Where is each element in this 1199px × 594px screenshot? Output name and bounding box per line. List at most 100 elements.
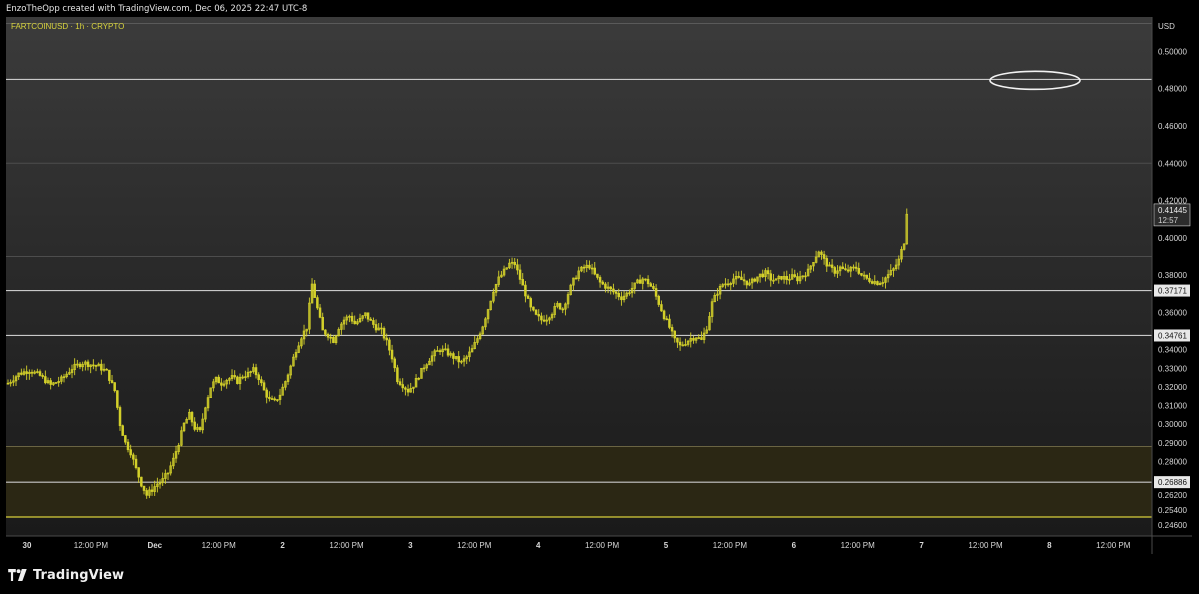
candle-body xyxy=(692,338,695,341)
candle-body xyxy=(737,276,741,278)
candle-body xyxy=(217,376,220,384)
time-tick-label: 2 xyxy=(280,541,285,550)
chart-caption: EnzoTheOpp created with TradingView.com,… xyxy=(6,4,308,14)
candle-body xyxy=(518,269,522,280)
candle-body xyxy=(700,337,703,340)
candle-body xyxy=(20,372,23,375)
candle-body xyxy=(324,329,327,335)
candle-body xyxy=(769,273,773,281)
time-tick-label: 12:00 PM xyxy=(841,541,876,550)
time-tick-label: 3 xyxy=(408,541,413,550)
candle-body xyxy=(313,283,316,298)
time-tick-label: 12:00 PM xyxy=(202,541,237,550)
candle-body xyxy=(49,380,52,385)
currency-label: USD xyxy=(1158,22,1175,31)
time-tick-label: 12:00 PM xyxy=(457,541,492,550)
candle-body xyxy=(137,467,140,478)
level-price-label: 0.34761 xyxy=(1158,331,1187,340)
candle-body xyxy=(670,327,674,332)
candle-body xyxy=(654,288,658,297)
candle-body xyxy=(558,303,562,310)
candle-body xyxy=(521,279,524,286)
tradingview-logo-icon xyxy=(8,569,27,581)
candle-body xyxy=(220,382,223,386)
candle-body xyxy=(841,266,845,269)
candle-body xyxy=(78,363,82,368)
candle-body xyxy=(382,328,386,339)
time-tick-label: 12:00 PM xyxy=(1096,541,1131,550)
candle-body xyxy=(870,281,874,284)
candle-body xyxy=(593,267,596,275)
candle-body xyxy=(318,307,322,318)
price-chart[interactable]: FARTCOINUSD · 1h · CRYPTO 0.50000 0.48000… xyxy=(6,17,1192,554)
candle-body xyxy=(820,251,823,255)
level-price-label: 0.37171 xyxy=(1158,287,1187,296)
candle-body xyxy=(129,449,132,456)
candle-body xyxy=(660,304,663,312)
candle-body xyxy=(529,298,532,308)
candle-body xyxy=(542,319,546,322)
candle-body xyxy=(676,337,679,343)
candle-body xyxy=(44,376,47,384)
candle-body xyxy=(846,269,850,272)
time-tick-label: 4 xyxy=(536,541,541,550)
candle-body xyxy=(132,454,135,460)
candle-body xyxy=(268,396,271,399)
price-tick-label: 0.26200 xyxy=(1158,491,1187,500)
price-tick-label: 0.29000 xyxy=(1158,439,1187,448)
price-tick-label: 0.28000 xyxy=(1158,457,1187,466)
candle-body xyxy=(646,278,650,285)
candle-body xyxy=(612,288,615,293)
candle-body xyxy=(190,411,194,423)
candle-body xyxy=(742,279,746,282)
candle-body xyxy=(526,295,530,299)
candle-body xyxy=(134,458,138,469)
candle-body xyxy=(38,371,42,376)
candle-body xyxy=(796,276,799,282)
price-tick-label: 0.34000 xyxy=(1158,346,1187,355)
candle-body xyxy=(113,382,116,392)
candle-body xyxy=(604,283,607,289)
price-tick-label: 0.32000 xyxy=(1158,383,1187,392)
candle-body xyxy=(369,318,372,321)
price-axis[interactable]: 0.500000.480000.460000.440000.420000.400… xyxy=(1153,22,1191,530)
candle-body xyxy=(761,273,765,278)
candle-body xyxy=(193,421,196,430)
candle-body xyxy=(540,315,543,321)
candle-body xyxy=(780,276,783,280)
chart-panel[interactable]: FARTCOINUSD · 1h · CRYPTO 0.50000 0.48000… xyxy=(6,17,1192,554)
candle-body xyxy=(254,367,258,376)
candle-body xyxy=(644,278,647,281)
candle-body xyxy=(100,363,103,371)
candle-body xyxy=(353,320,356,325)
candle-body xyxy=(332,336,335,343)
candle-body xyxy=(860,273,863,276)
candle-body xyxy=(766,270,770,275)
candle-body xyxy=(417,377,420,380)
candle-body xyxy=(105,368,108,371)
candle-body xyxy=(516,264,519,271)
price-tick-label: 0.46000 xyxy=(1158,122,1187,131)
candle-body xyxy=(401,384,404,389)
candle-body xyxy=(740,276,743,281)
candle-body xyxy=(6,382,10,385)
candle-body xyxy=(854,266,858,269)
candle-body xyxy=(108,369,111,381)
candle-body xyxy=(868,277,871,282)
candle-body xyxy=(793,274,797,277)
candle-body xyxy=(396,367,399,383)
candle-body xyxy=(524,284,527,297)
price-tick-label: 0.36000 xyxy=(1158,308,1187,317)
candle-body xyxy=(398,381,402,385)
price-tick-label: 0.44000 xyxy=(1158,159,1187,168)
candle-body xyxy=(110,380,114,383)
candle-body xyxy=(609,286,612,290)
candle-body xyxy=(265,389,268,398)
price-tick-label: 0.40000 xyxy=(1158,234,1187,243)
time-axis[interactable]: 30 12:00 PM Dec 12:00 PM 2 12:00 PM 3 12:00 PM 4… xyxy=(23,541,1131,550)
candle-body xyxy=(257,374,260,381)
price-tick-label: 0.25400 xyxy=(1158,506,1187,515)
candle-body xyxy=(678,341,682,346)
candle-body xyxy=(150,489,154,492)
tradingview-branding: TradingView xyxy=(8,565,124,585)
